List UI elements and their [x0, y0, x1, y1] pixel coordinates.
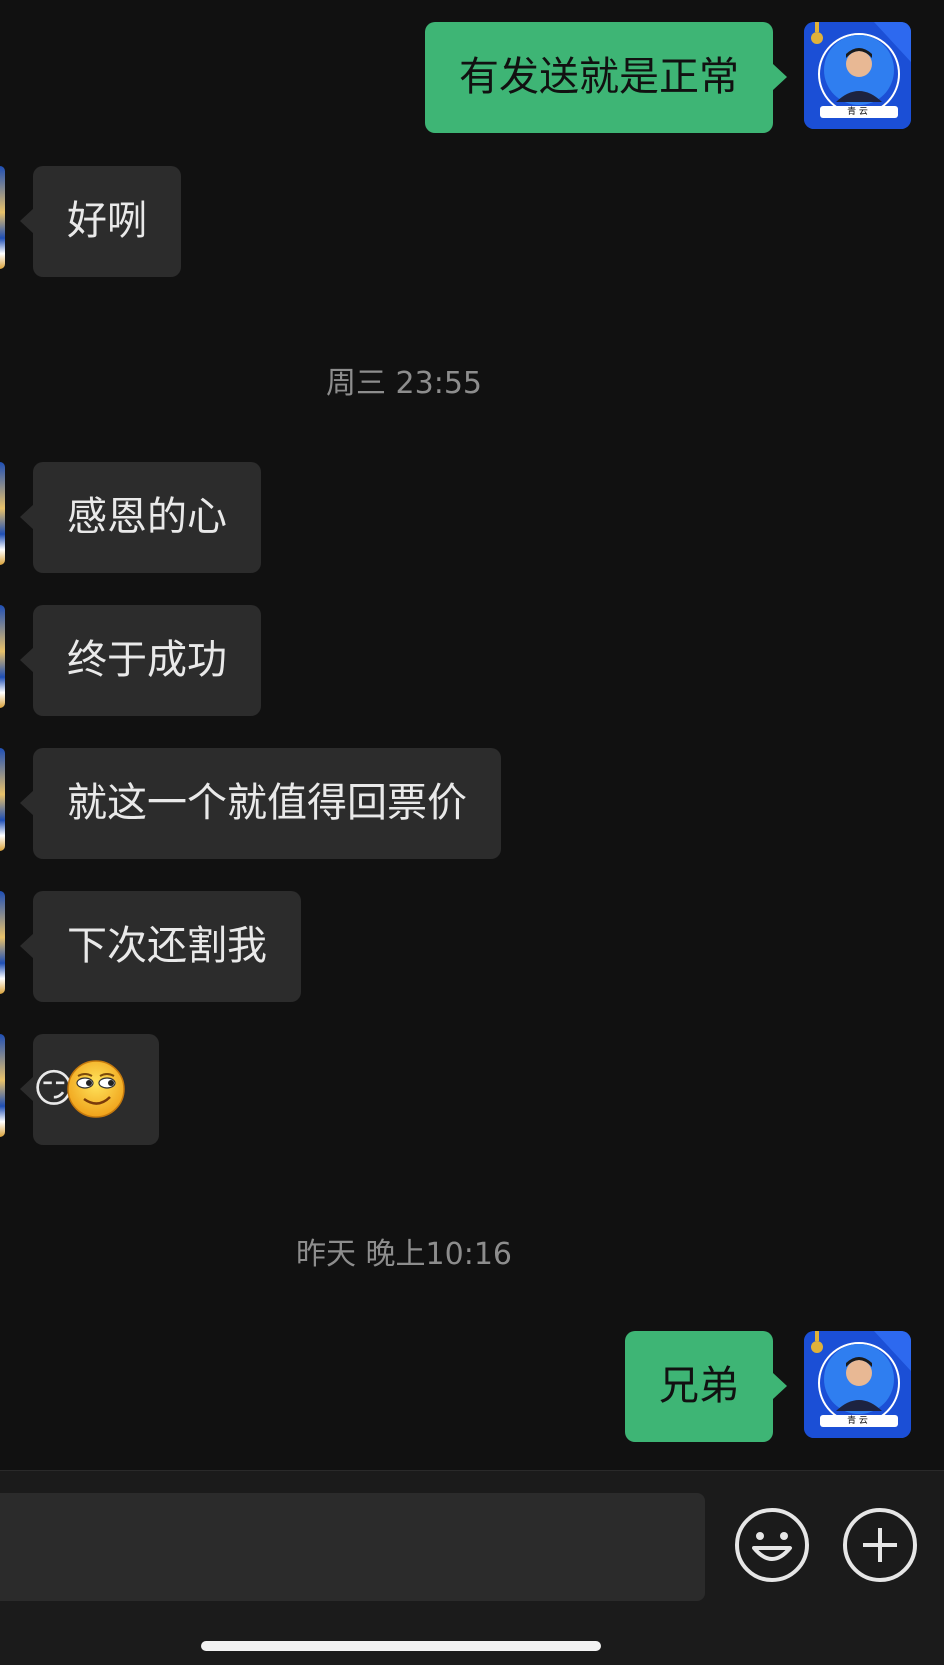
bubble-tail — [20, 208, 34, 234]
emoji-button[interactable] — [735, 1508, 809, 1582]
message-bubble-incoming[interactable]: 就这一个就值得回票价 — [33, 748, 501, 859]
bubble-tail — [773, 1373, 787, 1399]
emoji-face-icon — [752, 1532, 792, 1561]
message-text: 好咧 — [67, 198, 147, 244]
bubble-tail — [20, 933, 34, 959]
chat-screen: 有发送就是正常 青 云 好咧 周三 23:55 感恩的心 终于成功 就这一个就值… — [0, 0, 944, 1665]
message-bubble-incoming[interactable]: 😏 😏 — [33, 1034, 159, 1145]
avatar-caption: 青 云 — [847, 107, 868, 117]
message-bubble-outgoing[interactable]: 有发送就是正常 — [425, 22, 773, 133]
bubble-tail — [20, 647, 34, 673]
bubble-tail — [20, 1076, 34, 1102]
message-row-incoming: 好咧 — [0, 166, 944, 277]
timestamp: 周三 23:55 — [326, 366, 482, 401]
bubble-tail — [20, 790, 34, 816]
contact-avatar-cropped[interactable] — [0, 462, 5, 565]
message-bubble-incoming[interactable]: 下次还割我 — [33, 891, 301, 1002]
message-bubble-incoming[interactable]: 好咧 — [33, 166, 181, 277]
message-text: 就这一个就值得回票价 — [67, 780, 467, 826]
message-bubble-incoming[interactable]: 终于成功 — [33, 605, 261, 716]
contact-avatar-cropped[interactable] — [0, 1034, 5, 1137]
bubble-tail — [20, 504, 34, 530]
plus-circle-icon — [863, 1528, 897, 1562]
message-text: 兄弟 — [659, 1363, 739, 1409]
contact-avatar-cropped[interactable] — [0, 605, 5, 708]
user-avatar[interactable]: 青 云 — [804, 22, 911, 129]
message-input[interactable] — [0, 1493, 705, 1601]
message-row-incoming: 终于成功 — [0, 605, 944, 716]
message-row-incoming: 就这一个就值得回票价 — [0, 748, 944, 859]
message-row-outgoing: 有发送就是正常 青 云 — [0, 22, 944, 134]
smirk-emoji-icon — [67, 1060, 125, 1118]
message-text: 终于成功 — [67, 637, 227, 683]
bubble-tail — [773, 64, 787, 90]
plus-button[interactable] — [843, 1508, 917, 1582]
avatar-caption: 青 云 — [847, 1416, 868, 1426]
home-indicator[interactable] — [201, 1641, 601, 1651]
contact-avatar-cropped[interactable] — [0, 748, 5, 851]
message-row-incoming: 😏 😏 — [0, 1034, 944, 1145]
input-bar — [0, 1470, 944, 1665]
timestamp: 昨天 晚上10:16 — [296, 1237, 512, 1272]
user-avatar[interactable]: 青 云 — [804, 1331, 911, 1438]
message-row-outgoing: 兄弟 青 云 — [0, 1331, 944, 1443]
contact-avatar-cropped[interactable] — [0, 166, 5, 269]
message-row-incoming: 下次还割我 — [0, 891, 944, 1002]
message-bubble-incoming[interactable]: 感恩的心 — [33, 462, 261, 573]
message-row-incoming: 感恩的心 — [0, 462, 944, 573]
message-bubble-outgoing[interactable]: 兄弟 — [625, 1331, 773, 1442]
message-text: 有发送就是正常 — [459, 54, 739, 100]
message-text: 下次还割我 — [67, 923, 267, 969]
contact-avatar-cropped[interactable] — [0, 891, 5, 994]
message-text: 感恩的心 — [67, 494, 227, 540]
